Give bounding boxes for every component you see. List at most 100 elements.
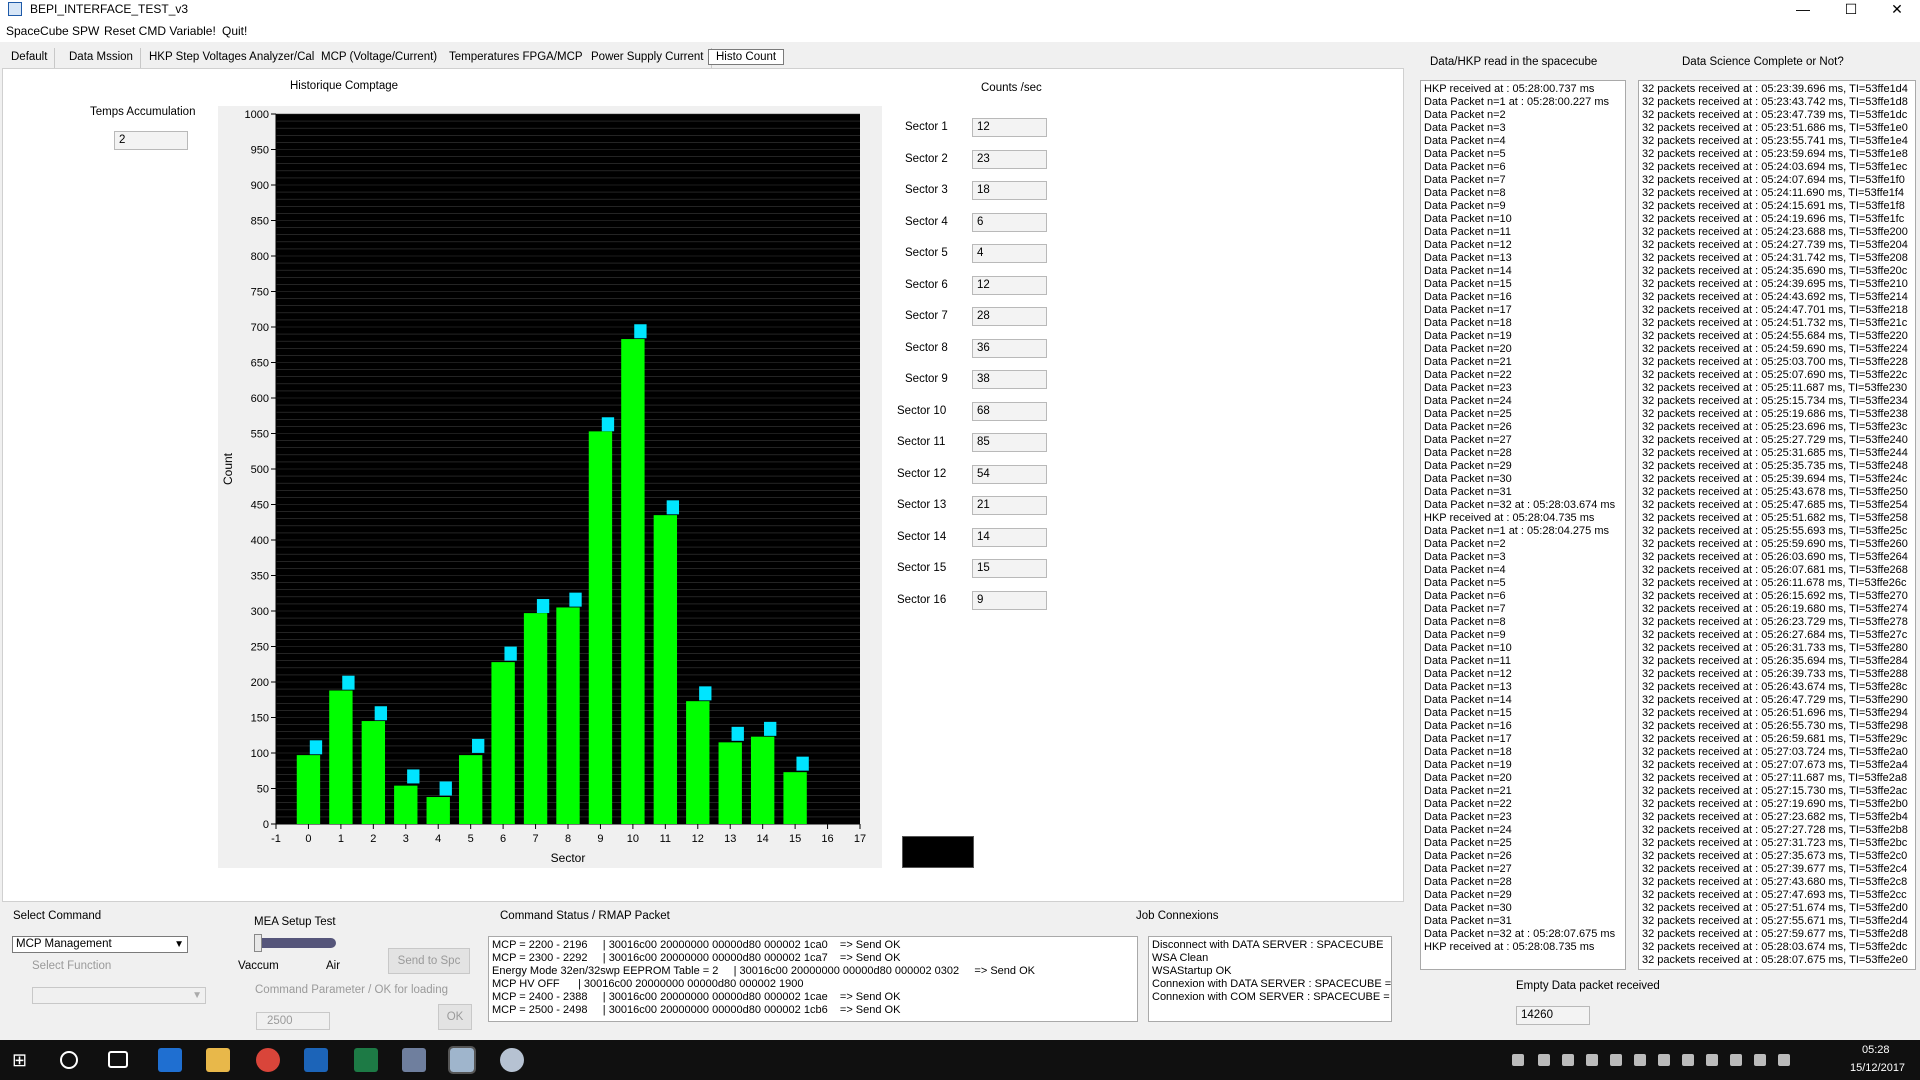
file-explorer-icon[interactable]: [206, 1048, 230, 1072]
select-command-value: MCP Management: [16, 938, 112, 950]
sector-count-field[interactable]: 6: [972, 212, 1047, 232]
tab-mcp-voltage-current[interactable]: MCP (Voltage/Current): [314, 48, 446, 68]
tray-icon[interactable]: [1682, 1054, 1694, 1066]
sector-count-field[interactable]: 12: [972, 275, 1047, 295]
count-bar: [361, 721, 386, 824]
sector-count-field[interactable]: 36: [972, 338, 1047, 358]
sector-count-field[interactable]: 38: [972, 370, 1047, 389]
menu-reset-cmd[interactable]: Reset CMD Variable!: [104, 24, 216, 38]
sector-count-field[interactable]: 12: [972, 118, 1047, 137]
ok-button[interactable]: OK: [438, 1004, 472, 1030]
y-tick-label: 0: [263, 819, 269, 831]
command-status-log[interactable]: MCP = 2200 - 2196 | 30016c00 20000000 00…: [488, 936, 1138, 1022]
tool-icon[interactable]: [500, 1048, 524, 1072]
tab-data-mission[interactable]: Data Mssion: [62, 48, 141, 68]
chrome-icon[interactable]: [256, 1048, 280, 1072]
mea-slider-track[interactable]: [256, 938, 336, 948]
empty-packet-count: 14260: [1516, 1006, 1590, 1025]
hkp-log-line: Data Packet n=22: [1424, 798, 1512, 810]
tab-power-supply[interactable]: Power Supply Current: [584, 48, 712, 68]
hkp-log-line: Data Packet n=2: [1424, 109, 1506, 121]
tab-default[interactable]: Default: [4, 48, 56, 68]
maximize-button[interactable]: ☐: [1828, 0, 1874, 20]
science-log[interactable]: 32 packets received at : 05:23:39.696 ms…: [1638, 80, 1916, 970]
sector-count-field[interactable]: 4: [972, 244, 1047, 263]
science-log-line: 32 packets received at : 05:26:07.681 ms…: [1642, 564, 1908, 576]
science-log-line: 32 packets received at : 05:26:31.733 ms…: [1642, 642, 1908, 654]
outlook-icon[interactable]: [304, 1048, 328, 1072]
mea-slider-thumb[interactable]: [254, 934, 262, 952]
y-tick-label: 350: [251, 571, 269, 583]
bepi-app-icon[interactable]: [448, 1046, 476, 1074]
hkp-log-line: Data Packet n=19: [1424, 759, 1512, 771]
menu-quit[interactable]: Quit!: [222, 24, 247, 38]
hkp-log-line: Data Packet n=31: [1424, 486, 1512, 498]
sector-count-field[interactable]: 54: [972, 464, 1047, 484]
network-icon[interactable]: [1754, 1054, 1766, 1066]
sector-count-field[interactable]: 15: [972, 559, 1047, 578]
cloud-icon[interactable]: [1658, 1054, 1670, 1066]
task-view-icon[interactable]: [108, 1051, 128, 1068]
hkp-log-line: Data Packet n=6: [1424, 161, 1506, 173]
job-log-line: WSAStartup OK: [1152, 965, 1232, 977]
sector-count-field[interactable]: 9: [972, 590, 1047, 610]
hkp-log-line: Data Packet n=3: [1424, 122, 1506, 134]
clock-date[interactable]: 15/12/2017: [1850, 1062, 1905, 1074]
network-tool-icon[interactable]: [402, 1048, 426, 1072]
hkp-log-line: Data Packet n=22: [1424, 369, 1512, 381]
hkp-log-line: Data Packet n=10: [1424, 642, 1512, 654]
sector-count-field[interactable]: 68: [972, 401, 1047, 421]
tab-temperatures[interactable]: Temperatures FPGA/MCP: [442, 48, 591, 68]
windows-start-icon[interactable]: ⊞: [12, 1050, 32, 1070]
count-bar: [394, 785, 418, 824]
science-log-line: 32 packets received at : 05:24:39.695 ms…: [1642, 278, 1908, 290]
count-marker: [601, 417, 615, 432]
command-parameter-input[interactable]: 2500: [256, 1012, 330, 1030]
hkp-log-line: Data Packet n=16: [1424, 291, 1512, 303]
menu-spacecube-spw[interactable]: SpaceCube SPW: [6, 24, 99, 38]
sector-count-field[interactable]: 14: [972, 527, 1047, 547]
select-command-dropdown[interactable]: MCP Management ▼: [12, 936, 188, 953]
x-tick-label: 17: [854, 833, 866, 845]
tray-icon[interactable]: [1562, 1054, 1574, 1066]
shield-icon[interactable]: [1512, 1054, 1524, 1066]
minimize-button[interactable]: —: [1780, 0, 1826, 20]
job-connexions-log[interactable]: Disconnect with DATA SERVER : SPACECUBE W…: [1148, 936, 1392, 1022]
hkp-log-line: HKP received at : 05:28:08.735 ms: [1424, 941, 1595, 953]
count-bar: [329, 690, 353, 824]
battery-icon[interactable]: [1730, 1054, 1742, 1066]
tray-icon[interactable]: [1586, 1054, 1598, 1066]
sector-count-field[interactable]: 85: [972, 433, 1047, 452]
excel-icon[interactable]: [354, 1048, 378, 1072]
select-function-dropdown[interactable]: ▼: [32, 987, 206, 1004]
hkp-log[interactable]: HKP received at : 05:28:00.737 ms Data Pa…: [1420, 80, 1626, 970]
status-log-line: MCP = 2200 - 2196 | 30016c00 20000000 00…: [492, 939, 901, 951]
science-log-line: 32 packets received at : 05:27:59.677 ms…: [1642, 928, 1908, 940]
tab-hkp-step-voltages[interactable]: HKP Step Voltages Analyzer/Cal: [142, 48, 323, 68]
clock-time[interactable]: 05:28: [1862, 1044, 1890, 1056]
send-to-spc-button[interactable]: Send to Spc: [388, 948, 470, 974]
volume-icon[interactable]: [1778, 1054, 1790, 1066]
tray-icon[interactable]: [1610, 1054, 1622, 1066]
sector-count-field[interactable]: 21: [972, 496, 1047, 515]
science-log-line: 32 packets received at : 05:24:11.690 ms…: [1642, 187, 1905, 199]
science-log-line: 32 packets received at : 05:23:43.742 ms…: [1642, 96, 1908, 108]
close-button[interactable]: ✕: [1874, 0, 1920, 20]
y-tick-label: 750: [251, 287, 269, 299]
tray-icon[interactable]: [1538, 1054, 1550, 1066]
edge-icon[interactable]: [158, 1048, 182, 1072]
accumulation-input[interactable]: 2: [114, 131, 188, 150]
tray-icon[interactable]: [1634, 1054, 1646, 1066]
tray-icon[interactable]: [1706, 1054, 1718, 1066]
tab-histo-count[interactable]: Histo Count: [708, 49, 785, 65]
hkp-log-line: Data Packet n=13: [1424, 681, 1512, 693]
hkp-log-line: Data Packet n=10: [1424, 213, 1512, 225]
search-icon[interactable]: [60, 1051, 78, 1069]
science-log-line: 32 packets received at : 05:23:39.696 ms…: [1642, 83, 1908, 95]
sector-count-field[interactable]: 18: [972, 181, 1047, 200]
count-marker: [699, 686, 712, 701]
hkp-log-line: Data Packet n=32 at : 05:28:03.674 ms: [1424, 499, 1616, 511]
y-tick-label: 250: [251, 642, 269, 654]
sector-count-field[interactable]: 23: [972, 149, 1047, 169]
sector-count-field[interactable]: 28: [972, 307, 1047, 326]
